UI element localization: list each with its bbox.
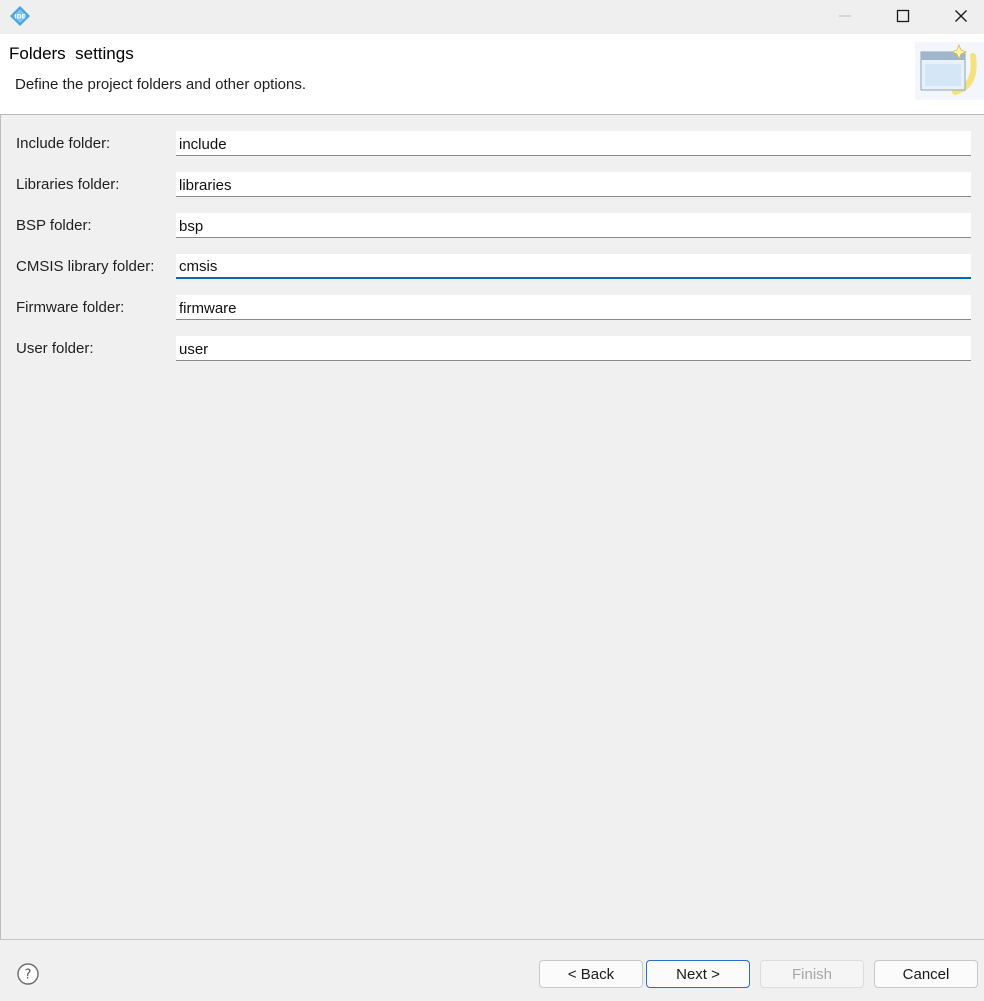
svg-text:?: ? (25, 968, 32, 983)
svg-text:IDE: IDE (14, 14, 25, 21)
bsp-folder-label: BSP folder: (16, 217, 92, 234)
ide-logo-icon: IDE (10, 6, 30, 26)
footer-divider (0, 939, 984, 940)
back-button[interactable]: < Back (539, 960, 643, 988)
close-button[interactable] (938, 0, 984, 32)
include-folder-label: Include folder: (16, 135, 111, 152)
libraries-folder-label: Libraries folder: (16, 176, 120, 193)
libraries-folder-input[interactable] (176, 172, 971, 197)
bsp-folder-input[interactable] (176, 213, 971, 238)
user-folder-label: User folder: (16, 340, 94, 357)
page-description: Define the project folders and other opt… (15, 76, 307, 93)
next-button[interactable]: Next > (646, 960, 750, 988)
finish-button[interactable]: Finish (760, 960, 864, 988)
maximize-button[interactable] (880, 0, 926, 32)
include-folder-input[interactable] (176, 131, 971, 156)
close-icon (955, 10, 967, 22)
wizard-header: Folders settings Define the project fold… (0, 34, 984, 115)
help-icon[interactable]: ? (16, 962, 40, 986)
minimize-button[interactable] (822, 0, 868, 32)
cmsis-folder-input[interactable] (176, 254, 971, 279)
user-folder-row: User folder: (0, 336, 984, 362)
title-bar: IDE (0, 0, 984, 34)
include-folder-row: Include folder: (0, 131, 984, 157)
minimize-icon (839, 15, 851, 17)
firmware-folder-label: Firmware folder: (16, 299, 125, 316)
maximize-icon (896, 9, 910, 23)
bsp-folder-row: BSP folder: (0, 213, 984, 239)
cmsis-folder-row: CMSIS library folder: (0, 254, 984, 280)
firmware-folder-row: Firmware folder: (0, 295, 984, 321)
page-title: Folders settings (9, 44, 134, 63)
user-folder-input[interactable] (176, 336, 971, 361)
wizard-banner-icon (915, 42, 984, 100)
cmsis-folder-label: CMSIS library folder: (16, 258, 155, 275)
libraries-folder-row: Libraries folder: (0, 172, 984, 198)
firmware-folder-input[interactable] (176, 295, 971, 320)
cancel-button[interactable]: Cancel (874, 960, 978, 988)
